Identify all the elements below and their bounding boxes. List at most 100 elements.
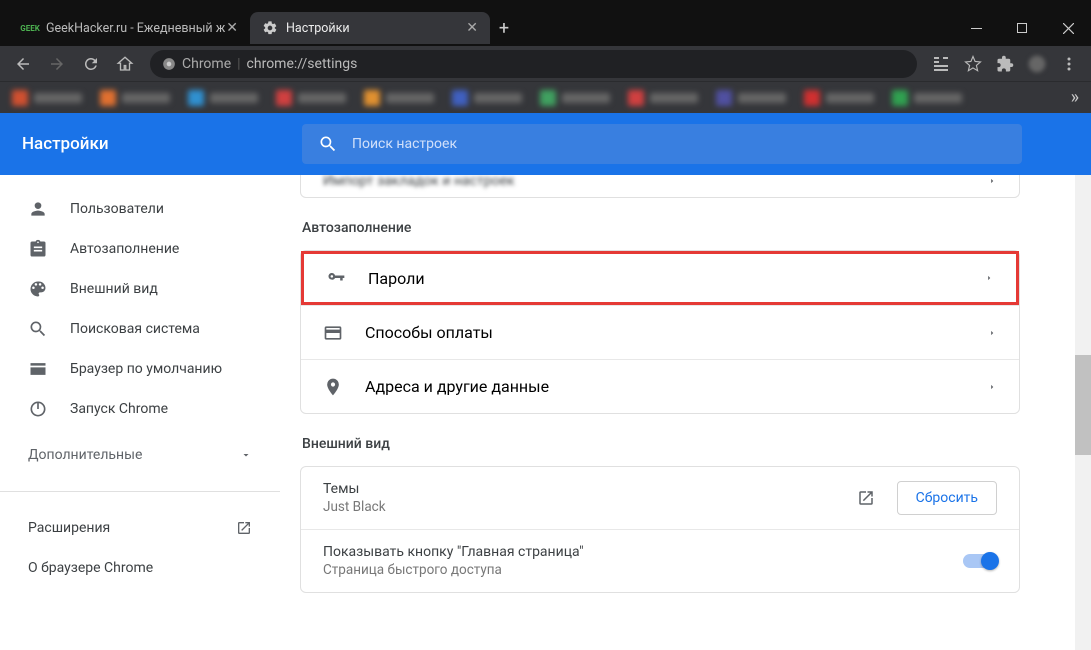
bookmark-item[interactable]: [628, 90, 698, 106]
bookmark-item[interactable]: [188, 90, 258, 106]
maximize-button[interactable]: [999, 12, 1045, 44]
payment-row[interactable]: Способы оплаты: [301, 305, 1019, 359]
location-icon: [323, 377, 343, 397]
omnibox[interactable]: Chrome | chrome://settings: [150, 50, 917, 78]
home-button-toggle[interactable]: [963, 554, 997, 568]
bookmarks-overflow[interactable]: »: [1071, 87, 1079, 108]
tab-title: Настройки: [286, 21, 350, 36]
close-icon[interactable]: ✕: [466, 20, 478, 36]
appearance-card: Темы Just Black Сбросить Показывать кноп…: [300, 466, 1020, 593]
sidebar-extensions[interactable]: Расширения: [0, 508, 280, 548]
extensions-icon[interactable]: [991, 50, 1019, 78]
addresses-label: Адреса и другие данные: [365, 377, 549, 396]
omnibox-path: chrome://settings: [247, 56, 358, 72]
sidebar-about-label: О браузере Chrome: [28, 560, 153, 576]
sidebar-about[interactable]: О браузере Chrome: [0, 548, 280, 588]
palette-icon: [28, 279, 48, 299]
sidebar-item-users[interactable]: Пользователи: [0, 189, 280, 229]
search-icon: [28, 319, 48, 339]
home-button-row: Показывать кнопку "Главная страница" Стр…: [301, 530, 1019, 592]
sidebar-item-onstartup[interactable]: Запуск Chrome: [0, 389, 280, 429]
favicon-geek: GEEK: [22, 20, 38, 36]
search-icon: [318, 134, 338, 154]
sidebar-item-search[interactable]: Поисковая система: [0, 309, 280, 349]
bookmark-item[interactable]: [452, 90, 522, 106]
theme-value: Just Black: [323, 499, 841, 515]
omnibox-separator: |: [237, 56, 240, 72]
sidebar-item-label: Поисковая система: [70, 321, 200, 337]
search-input[interactable]: [352, 136, 1006, 152]
browser-icon: [28, 359, 48, 379]
close-window-button[interactable]: [1045, 12, 1091, 44]
sidebar-advanced[interactable]: Дополнительные: [0, 435, 280, 475]
import-row[interactable]: Импорт закладок и настроек: [301, 175, 1019, 197]
bookmark-item[interactable]: [100, 90, 170, 106]
reload-button[interactable]: [76, 49, 106, 79]
new-tab-button[interactable]: +: [490, 14, 518, 42]
settings-title: Настройки: [22, 134, 302, 154]
settings-header: Настройки: [0, 113, 1091, 175]
menu-button[interactable]: [1055, 50, 1083, 78]
import-label: Импорт закладок и настроек: [323, 175, 965, 189]
minimize-button[interactable]: [953, 12, 999, 44]
chevron-right-icon: [984, 273, 994, 283]
sidebar-item-appearance[interactable]: Внешний вид: [0, 269, 280, 309]
chevron-right-icon: [987, 176, 997, 186]
reset-theme-button[interactable]: Сбросить: [897, 481, 997, 515]
open-in-new-icon[interactable]: [857, 489, 875, 507]
addresses-row[interactable]: Адреса и другие данные: [301, 359, 1019, 413]
bookmark-item[interactable]: [276, 90, 346, 106]
bookmark-item[interactable]: [540, 90, 610, 106]
passwords-label: Пароли: [368, 269, 425, 288]
scrollbar-track[interactable]: [1075, 175, 1091, 650]
qr-icon[interactable]: [927, 50, 955, 78]
open-in-new-icon: [236, 520, 252, 536]
settings-sidebar: Пользователи Автозаполнение Внешний вид …: [0, 175, 280, 650]
scrollbar-thumb[interactable]: [1075, 355, 1091, 455]
appearance-section-title: Внешний вид: [302, 436, 1020, 452]
sidebar-item-label: Внешний вид: [70, 281, 158, 297]
tab-geekhacker[interactable]: GEEK GeekHacker.ru - Ежедневный ж ✕: [10, 12, 250, 44]
sidebar-item-label: Запуск Chrome: [70, 401, 168, 417]
key-icon: [326, 268, 346, 288]
gear-icon: [262, 20, 278, 36]
bookmark-item[interactable]: [716, 90, 786, 106]
chevron-right-icon: [987, 382, 997, 392]
theme-row: Темы Just Black Сбросить: [301, 467, 1019, 530]
sidebar-item-autofill[interactable]: Автозаполнение: [0, 229, 280, 269]
settings-main: Импорт закладок и настроек Автозаполнени…: [280, 175, 1091, 650]
tab-strip: GEEK GeekHacker.ru - Ежедневный ж ✕ Наст…: [0, 10, 1091, 46]
card-icon: [323, 323, 343, 343]
home-button[interactable]: [110, 49, 140, 79]
sidebar-item-default-browser[interactable]: Браузер по умолчанию: [0, 349, 280, 389]
power-icon: [28, 399, 48, 419]
bookmark-item[interactable]: [364, 90, 434, 106]
settings-search[interactable]: [302, 124, 1022, 164]
star-icon[interactable]: [959, 50, 987, 78]
payment-label: Способы оплаты: [365, 323, 493, 342]
homebtn-label: Показывать кнопку "Главная страница": [323, 544, 947, 560]
bookmark-item[interactable]: [804, 90, 874, 106]
avatar-icon[interactable]: [1023, 50, 1051, 78]
autofill-card: Пароли Способы оплаты Адреса и другие да…: [300, 250, 1020, 414]
clipboard-icon: [28, 239, 48, 259]
bookmark-item[interactable]: [892, 90, 962, 106]
sidebar-advanced-label: Дополнительные: [28, 447, 142, 463]
sidebar-item-label: Браузер по умолчанию: [70, 361, 222, 377]
autofill-section-title: Автозаполнение: [302, 220, 1020, 236]
tab-title: GeekHacker.ru - Ежедневный ж: [46, 21, 225, 36]
bookmarks-bar: »: [0, 81, 1091, 113]
address-bar: Chrome | chrome://settings: [0, 46, 1091, 81]
theme-label: Темы: [323, 481, 841, 497]
sidebar-item-label: Автозаполнение: [70, 241, 179, 257]
person-icon: [28, 199, 48, 219]
back-button[interactable]: [8, 49, 38, 79]
tab-settings[interactable]: Настройки ✕: [250, 12, 490, 44]
passwords-row[interactable]: Пароли: [301, 251, 1019, 305]
sidebar-item-label: Пользователи: [70, 201, 164, 217]
sidebar-extensions-label: Расширения: [28, 520, 110, 536]
bookmark-item[interactable]: [12, 90, 82, 106]
chrome-icon: [162, 57, 176, 71]
close-icon[interactable]: ✕: [226, 20, 238, 36]
forward-button[interactable]: [42, 49, 72, 79]
